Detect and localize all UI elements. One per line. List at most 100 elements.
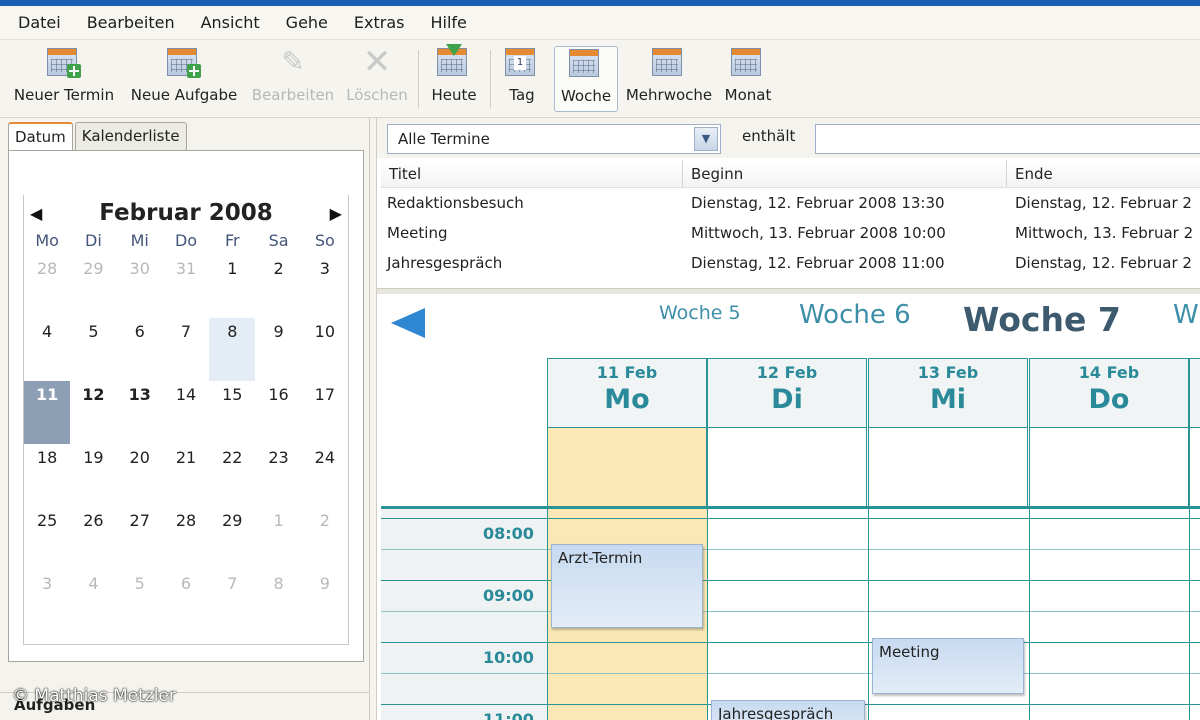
delete-button[interactable]: ✕ Löschen	[344, 42, 410, 112]
column-header-title[interactable]: Titel	[381, 160, 683, 187]
menu-extras[interactable]: Extras	[354, 13, 405, 32]
appointment-meeting[interactable]: Meeting	[872, 638, 1024, 694]
menu-bearbeiten[interactable]: Bearbeiten	[87, 13, 175, 32]
day-column-header-mo[interactable]: 11 Feb Mo	[547, 358, 707, 428]
new-appointment-button[interactable]: Neuer Termin	[10, 46, 118, 112]
allday-cell[interactable]	[868, 428, 1028, 508]
day-cell[interactable]: 24	[302, 444, 348, 507]
prev-week-arrow-icon[interactable]	[391, 308, 425, 338]
day-cell[interactable]: 8	[209, 318, 256, 381]
day-cell[interactable]: 20	[117, 444, 163, 507]
day-cell[interactable]: 15	[209, 381, 255, 444]
week-link-6[interactable]: Woche 6	[799, 300, 911, 330]
month-view-button[interactable]: Monat	[720, 46, 776, 112]
delete-x-icon: ✕	[362, 42, 392, 82]
edit-button[interactable]: ✎ Bearbeiten	[250, 46, 336, 112]
day-cell[interactable]: 18	[24, 444, 70, 507]
contains-label: enthält	[742, 127, 796, 145]
day-cell[interactable]: 16	[255, 381, 301, 444]
day-cell[interactable]: 29	[70, 255, 116, 318]
week-view-button[interactable]: Woche	[554, 46, 618, 112]
day-cell[interactable]: 14	[163, 381, 209, 444]
column-line	[1029, 509, 1030, 720]
day-cell[interactable]: 30	[117, 255, 163, 318]
day-cell[interactable]: 17	[302, 381, 348, 444]
day-cell[interactable]: 6	[117, 318, 163, 381]
half-hour-line	[381, 673, 1200, 674]
cell-title: Meeting	[387, 224, 448, 242]
day-cell[interactable]: 2	[302, 507, 348, 570]
day-cell[interactable]: 5	[70, 318, 116, 381]
day-column-header-fr[interactable]	[1189, 358, 1200, 428]
left-pane: Datum Kalenderliste ◀ Februar 2008 ▶ Mo …	[0, 118, 370, 720]
allday-cell[interactable]	[547, 428, 707, 508]
table-row[interactable]: Jahresgespräch Dienstag, 12. Februar 200…	[381, 248, 1200, 278]
table-row[interactable]: Redaktionsbesuch Dienstag, 12. Februar 2…	[381, 188, 1200, 218]
day-cell[interactable]: 4	[24, 318, 70, 381]
day-cell[interactable]: 2	[255, 255, 301, 318]
day-cell[interactable]: 21	[163, 444, 209, 507]
day-cell[interactable]: 26	[70, 507, 116, 570]
day-cell[interactable]: 19	[70, 444, 116, 507]
new-task-button[interactable]: Neue Aufgabe	[126, 46, 242, 112]
chevron-down-icon[interactable]: ▼	[694, 127, 718, 151]
tab-kalenderliste[interactable]: Kalenderliste	[74, 122, 187, 150]
menu-gehe[interactable]: Gehe	[286, 13, 328, 32]
menu-ansicht[interactable]: Ansicht	[201, 13, 260, 32]
day-column-header-do[interactable]: 14 Feb Do	[1029, 358, 1189, 428]
day-cell[interactable]: 10	[302, 318, 348, 381]
day-cell[interactable]: 28	[24, 255, 70, 318]
menu-hilfe[interactable]: Hilfe	[430, 13, 466, 32]
day-cell[interactable]: 3	[302, 255, 348, 318]
day-cell[interactable]: 1	[255, 507, 301, 570]
column-header-end[interactable]: Ende	[1007, 160, 1200, 187]
day-cell[interactable]: 1	[209, 255, 255, 318]
menu-datei[interactable]: Datei	[18, 13, 61, 32]
day-cell[interactable]: 31	[163, 255, 209, 318]
search-input[interactable]	[815, 124, 1200, 154]
cell-start: Mittwoch, 13. Februar 2008 10:00	[691, 224, 946, 242]
appointment-jahresgespraech[interactable]: Jahresgespräch	[711, 700, 865, 720]
day-cell[interactable]: 4	[70, 570, 116, 633]
allday-cell[interactable]	[707, 428, 867, 508]
multiweek-view-button[interactable]: Mehrwoche	[622, 46, 716, 112]
day-cell[interactable]: 3	[24, 570, 70, 633]
day-cell[interactable]: 6	[163, 570, 209, 633]
day-column-header-mi[interactable]: 13 Feb Mi	[868, 358, 1028, 428]
day-cell[interactable]: 5	[117, 570, 163, 633]
column-line	[1189, 509, 1190, 720]
hour-line	[381, 518, 1200, 519]
time-label: 10:00	[483, 648, 534, 667]
week-link-8[interactable]: W	[1173, 300, 1199, 330]
menu-bar: Datei Bearbeiten Ansicht Gehe Extras Hil…	[0, 6, 1200, 40]
week-link-5[interactable]: Woche 5	[659, 302, 741, 324]
day-cell[interactable]: 9	[302, 570, 348, 633]
table-row[interactable]: Meeting Mittwoch, 13. Februar 2008 10:00…	[381, 218, 1200, 248]
day-cell[interactable]: 28	[163, 507, 209, 570]
today-icon	[437, 44, 471, 78]
day-cell[interactable]: 8	[255, 570, 301, 633]
appointment-arzt-termin[interactable]: Arzt-Termin	[551, 544, 703, 628]
day-cell[interactable]: 7	[209, 570, 255, 633]
prev-month-arrow-icon[interactable]: ◀	[30, 204, 42, 223]
day-cell[interactable]: 7	[163, 318, 209, 381]
day-cell[interactable]: 25	[24, 507, 70, 570]
day-cell-selected[interactable]: 11	[24, 381, 71, 444]
day-column-header-di[interactable]: 12 Feb Di	[707, 358, 867, 428]
day-cell[interactable]: 12	[70, 381, 116, 444]
day-view-button[interactable]: 1 Tag	[498, 46, 546, 112]
allday-cell[interactable]	[1029, 428, 1189, 508]
day-cell[interactable]: 22	[209, 444, 255, 507]
appointment-filter-select[interactable]: Alle Termine ▼	[387, 124, 721, 154]
cell-start: Dienstag, 12. Februar 2008 11:00	[691, 254, 945, 272]
day-cell[interactable]: 9	[255, 318, 301, 381]
next-month-arrow-icon[interactable]: ▶	[330, 204, 342, 223]
day-cell[interactable]: 29	[209, 507, 255, 570]
today-button[interactable]: Heute	[426, 44, 482, 112]
day-cell[interactable]: 27	[117, 507, 163, 570]
day-cell[interactable]: 13	[117, 381, 163, 444]
column-header-start[interactable]: Beginn	[683, 160, 1007, 187]
day-cell[interactable]: 23	[255, 444, 301, 507]
allday-cell[interactable]	[1189, 428, 1200, 508]
tab-datum[interactable]: Datum	[8, 122, 73, 152]
